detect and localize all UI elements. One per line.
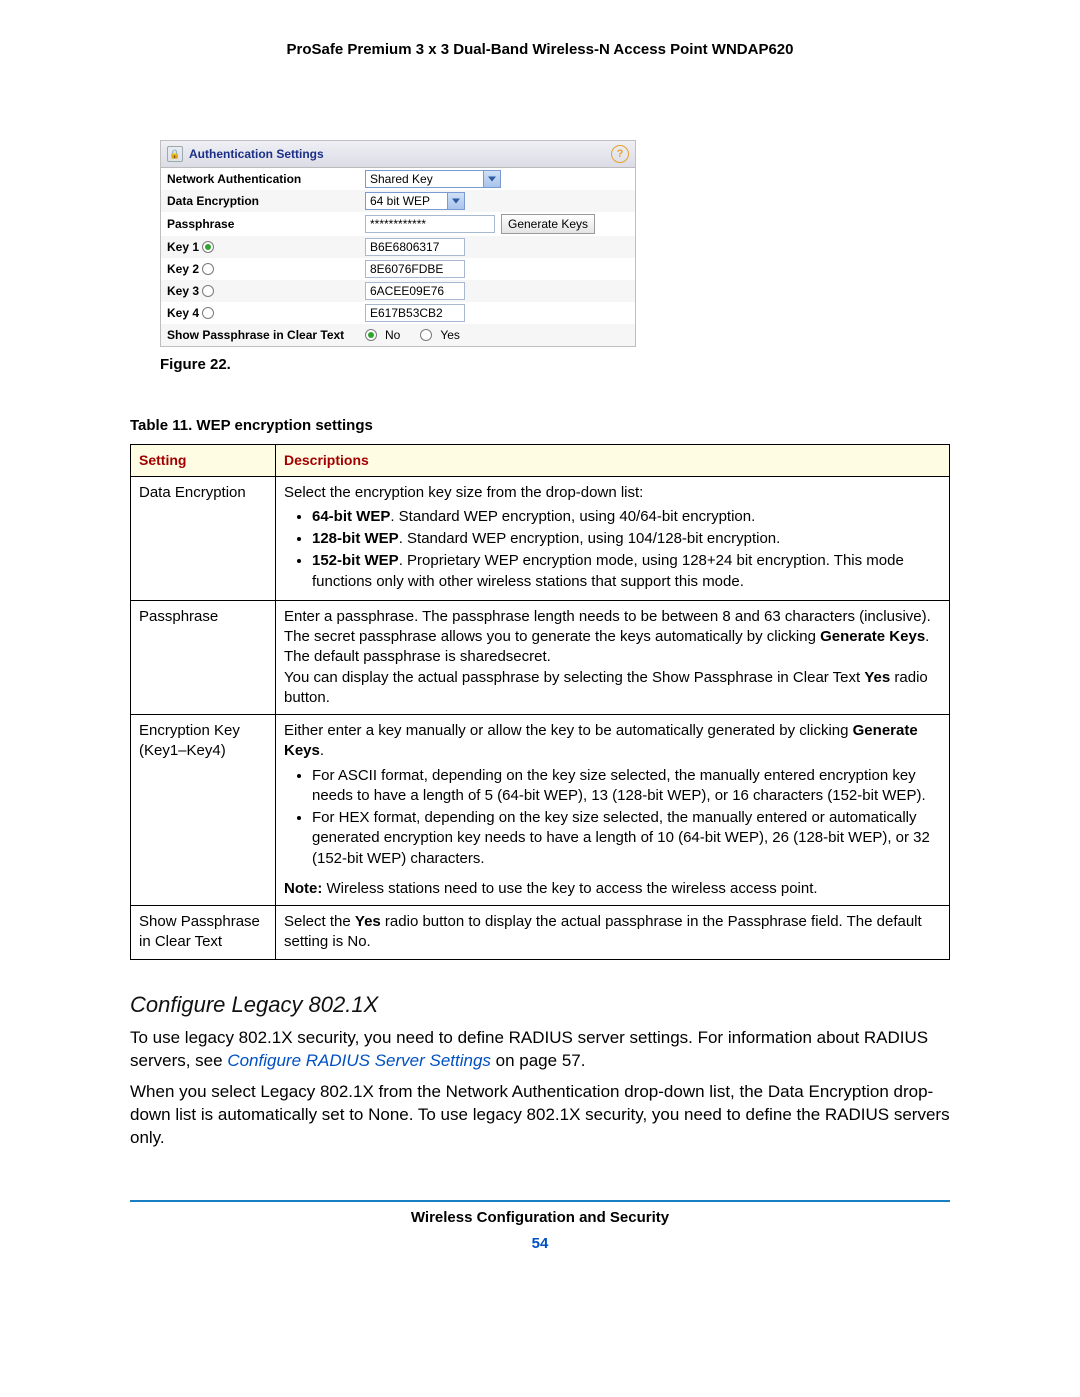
- document-header: ProSafe Premium 3 x 3 Dual-Band Wireless…: [130, 40, 950, 60]
- panel-header: 🔒 Authentication Settings ?: [161, 141, 635, 168]
- net-auth-value: Shared Key: [370, 171, 433, 187]
- key1-radio[interactable]: [202, 241, 214, 253]
- footer-rule: [130, 1200, 950, 1202]
- chevron-down-icon: [488, 177, 496, 182]
- key4-input[interactable]: [365, 304, 465, 322]
- th-desc: Descriptions: [276, 444, 950, 476]
- cell-setting: Passphrase: [131, 600, 276, 714]
- cell-desc: Select the encryption key size from the …: [276, 476, 950, 600]
- opt-no: No: [385, 327, 400, 343]
- cell-setting: Data Encryption: [131, 476, 276, 600]
- passphrase-label: Passphrase: [167, 216, 365, 232]
- generate-keys-button[interactable]: Generate Keys: [501, 214, 595, 234]
- key1-input[interactable]: [365, 238, 465, 256]
- panel-title: Authentication Settings: [189, 146, 611, 162]
- cell-desc: Either enter a key manually or allow the…: [276, 715, 950, 906]
- section-paragraph: To use legacy 802.1X security, you need …: [130, 1027, 950, 1073]
- data-enc-label: Data Encryption: [167, 193, 365, 209]
- data-enc-value: 64 bit WEP: [370, 193, 430, 209]
- section-paragraph: When you select Legacy 802.1X from the N…: [130, 1081, 950, 1150]
- page-number: 54: [130, 1234, 950, 1254]
- data-enc-select[interactable]: 64 bit WEP: [365, 192, 465, 210]
- key1-label: Key 1: [167, 239, 199, 255]
- wep-settings-table: Setting Descriptions Data Encryption Sel…: [130, 444, 950, 960]
- net-auth-label: Network Authentication: [167, 171, 365, 187]
- table-row: Encryption Key (Key1–Key4) Either enter …: [131, 715, 950, 906]
- table-row: Show Passphrase in Clear Text Select the…: [131, 906, 950, 960]
- table-row: Passphrase Enter a passphrase. The passp…: [131, 600, 950, 714]
- cell-desc: Select the Yes radio button to display t…: [276, 906, 950, 960]
- cell-setting: Encryption Key (Key1–Key4): [131, 715, 276, 906]
- help-icon[interactable]: ?: [611, 145, 629, 163]
- key2-input[interactable]: [365, 260, 465, 278]
- footer-text: Wireless Configuration and Security: [130, 1208, 950, 1228]
- figure-caption: Figure 22.: [160, 355, 950, 375]
- section-heading: Configure Legacy 802.1X: [130, 990, 950, 1020]
- th-setting: Setting: [131, 444, 276, 476]
- key3-radio[interactable]: [202, 285, 214, 297]
- document-page: ProSafe Premium 3 x 3 Dual-Band Wireless…: [0, 0, 1080, 1397]
- opt-yes: Yes: [440, 327, 460, 343]
- table-row: Data Encryption Select the encryption ke…: [131, 476, 950, 600]
- show-pass-label: Show Passphrase in Clear Text: [167, 327, 365, 343]
- chevron-down-icon: [452, 199, 460, 204]
- key4-label: Key 4: [167, 305, 199, 321]
- cross-ref-link[interactable]: Configure RADIUS Server Settings: [227, 1051, 491, 1070]
- show-pass-no-radio[interactable]: [365, 329, 377, 341]
- auth-settings-screenshot: 🔒 Authentication Settings ? Network Auth…: [160, 140, 636, 347]
- show-pass-yes-radio[interactable]: [420, 329, 432, 341]
- key3-label: Key 3: [167, 283, 199, 299]
- key2-radio[interactable]: [202, 263, 214, 275]
- key4-radio[interactable]: [202, 307, 214, 319]
- padlock-icon: 🔒: [167, 146, 183, 162]
- net-auth-select[interactable]: Shared Key: [365, 170, 501, 188]
- key3-input[interactable]: [365, 282, 465, 300]
- passphrase-input[interactable]: [365, 215, 495, 233]
- panel-body: Network Authentication Shared Key Data E…: [161, 168, 635, 346]
- cell-setting: Show Passphrase in Clear Text: [131, 906, 276, 960]
- table-title: Table 11. WEP encryption settings: [130, 416, 950, 436]
- key2-label: Key 2: [167, 261, 199, 277]
- cell-desc: Enter a passphrase. The passphrase lengt…: [276, 600, 950, 714]
